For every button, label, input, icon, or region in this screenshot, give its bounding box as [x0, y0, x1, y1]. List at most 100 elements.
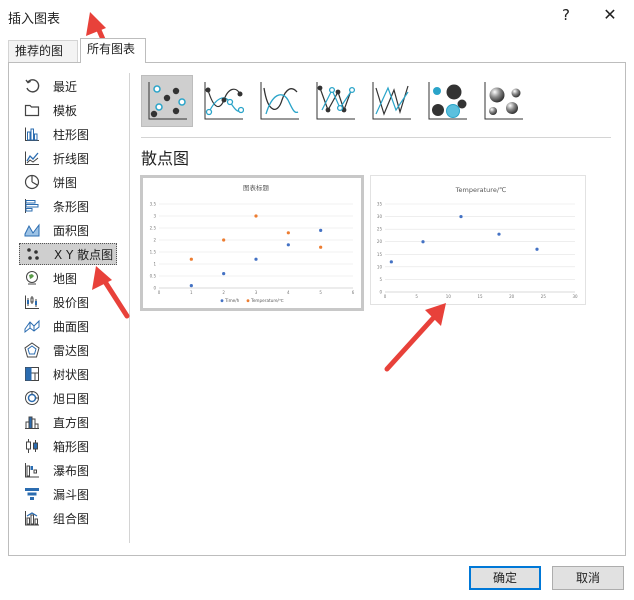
sidebar-item-label: 瀑布图: [53, 463, 90, 478]
chart-title: 图表标题: [243, 183, 270, 192]
sidebar-item-map[interactable]: 地图: [19, 267, 117, 289]
dialog-title: 插入图表: [8, 12, 61, 27]
sidebar-item-waterfall[interactable]: 瀑布图: [19, 459, 117, 481]
data-point: [421, 240, 425, 244]
waterfall-chart-icon: [23, 461, 41, 479]
data-point: [319, 245, 323, 249]
bar-chart-icon: [23, 197, 41, 215]
sidebar-item-bar[interactable]: 条形图: [19, 195, 117, 217]
map-chart-icon: [23, 269, 41, 287]
y-tick-label: 2.5: [150, 226, 157, 231]
x-tick-label: 1: [190, 290, 193, 295]
y-tick-label: 1: [153, 262, 156, 267]
tab-recommended-charts[interactable]: 推荐的图表: [8, 40, 78, 78]
y-tick-label: 10: [377, 264, 383, 269]
sidebar-item-funnel[interactable]: 漏斗图: [19, 483, 117, 505]
sidebar-item-radar[interactable]: 雷达图: [19, 339, 117, 361]
data-point: [189, 257, 193, 261]
funnel-chart-icon: [23, 485, 41, 503]
x-tick-label: 3: [255, 290, 258, 295]
template-folder-icon: [23, 101, 41, 119]
subtype-scatter-straight-lines[interactable]: [365, 75, 417, 127]
dialog-footer: 确定 取消: [0, 556, 634, 600]
y-tick-label: 0: [379, 290, 382, 295]
sidebar-item-label: 最近: [53, 79, 78, 94]
chart-title: Temperature/℃: [455, 186, 507, 194]
legend-label: Time/h: [224, 298, 240, 303]
sidebar-item-label: 条形图: [53, 199, 90, 214]
close-button[interactable]: ✕: [599, 4, 621, 26]
sidebar-item-stock[interactable]: 股价图: [19, 291, 117, 313]
y-tick-label: 0: [153, 286, 156, 291]
sidebar-item-label: 雷达图: [53, 343, 90, 358]
sidebar-item-label: 组合图: [53, 511, 90, 526]
y-tick-label: 1.5: [150, 250, 157, 255]
y-tick-label: 5: [379, 277, 382, 282]
sidebar-item-label: 地图: [53, 271, 78, 286]
chart-preview-2-plot: Temperature/℃ 0 5 10 15 20 25 30 35 0 5 10 15 20 25 30: [377, 186, 578, 299]
sidebar-item-label: 树状图: [53, 367, 90, 382]
tab-all-charts[interactable]: 所有图表: [80, 38, 146, 63]
sidebar-item-recent[interactable]: 最近: [19, 75, 117, 97]
sidebar-item-template[interactable]: 模板: [19, 99, 117, 121]
box-whisker-chart-icon: [23, 437, 41, 455]
data-point: [497, 232, 501, 236]
sidebar-item-surface[interactable]: 曲面图: [19, 315, 117, 337]
sidebar-item-box-whisker[interactable]: 箱形图: [19, 435, 117, 457]
x-tick-label: 4: [287, 290, 290, 295]
scatter-chart-icon: [24, 245, 42, 263]
chart-preview-2[interactable]: Temperature/℃ 0 5 10 15 20 25 30 35 0 5 10 15 20 25 30: [370, 175, 586, 305]
sidebar-item-label: X Y 散点图: [54, 247, 114, 262]
y-tick-label: 30: [377, 214, 383, 219]
y-tick-label: 2: [153, 238, 156, 243]
y-tick-label: 20: [377, 239, 383, 244]
x-tick-label: 10: [446, 294, 452, 299]
data-point: [222, 238, 226, 242]
sidebar-item-combo[interactable]: 组合图: [19, 507, 117, 529]
subtype-scatter-smooth-lines-markers[interactable]: [197, 75, 249, 127]
ok-button[interactable]: 确定: [469, 566, 541, 590]
bubble-icon: [428, 82, 467, 120]
sidebar-item-label: 旭日图: [53, 391, 90, 406]
data-point: [189, 284, 193, 288]
chart-preview-1[interactable]: 图表标题 0 0.5 1 1.5 2 2.5 3 3.5 0 1 2 3 4 5 6 Time/h Tempera…: [140, 175, 364, 311]
sidebar-item-column[interactable]: 柱形图: [19, 123, 117, 145]
sidebar-item-label: 饼图: [53, 175, 78, 190]
x-tick-label: 5: [319, 290, 322, 295]
sidebar-item-sunburst[interactable]: 旭日图: [19, 387, 117, 409]
sunburst-chart-icon: [23, 389, 41, 407]
x-tick-label: 30: [572, 294, 578, 299]
data-point: [254, 214, 258, 218]
data-point: [286, 231, 290, 235]
title-bar: 插入图表 ? ✕: [0, 0, 634, 32]
sidebar-item-label: 模板: [53, 103, 78, 118]
sidebar-item-line[interactable]: 折线图: [19, 147, 117, 169]
subtype-bubble[interactable]: [421, 75, 473, 127]
data-point: [389, 260, 393, 264]
scatter-straight-lines-markers-icon: [316, 82, 356, 120]
subtype-scatter-straight-lines-markers[interactable]: [309, 75, 361, 127]
sidebar-item-area[interactable]: 面积图: [19, 219, 117, 241]
subtype-scatter-smooth-lines[interactable]: [253, 75, 305, 127]
subtype-scatter[interactable]: [141, 75, 193, 127]
subtype-divider: [141, 137, 611, 138]
scatter-smooth-lines-markers-icon: [204, 82, 244, 120]
all-charts-panel: 最近 模板 柱形图 折线图 饼图 条形图 面积图 X Y 散点图 地图 股价图 …: [8, 62, 626, 556]
scatter-smooth-lines-icon: [260, 82, 299, 120]
sidebar-item-pie[interactable]: 饼图: [19, 171, 117, 193]
cancel-button[interactable]: 取消: [552, 566, 624, 590]
line-chart-icon: [23, 149, 41, 167]
sidebar-item-label: 箱形图: [53, 439, 90, 454]
subtype-bubble-3d[interactable]: [477, 75, 529, 127]
help-button[interactable]: ?: [556, 4, 576, 26]
x-tick-label: 2: [222, 290, 225, 295]
column-chart-icon: [23, 125, 41, 143]
chart-preview-1-plot: 图表标题 0 0.5 1 1.5 2 2.5 3 3.5 0 1 2 3 4 5 6 Time/h Tempera…: [150, 183, 355, 303]
sidebar-item-label: 直方图: [53, 415, 90, 430]
sidebar-item-treemap[interactable]: 树状图: [19, 363, 117, 385]
sidebar-item-histogram[interactable]: 直方图: [19, 411, 117, 433]
section-heading: 散点图: [141, 149, 190, 168]
sidebar-item-label: 股价图: [53, 295, 90, 310]
sidebar-item-xy-scatter[interactable]: X Y 散点图: [19, 243, 117, 265]
y-tick-label: 0.5: [150, 274, 157, 279]
